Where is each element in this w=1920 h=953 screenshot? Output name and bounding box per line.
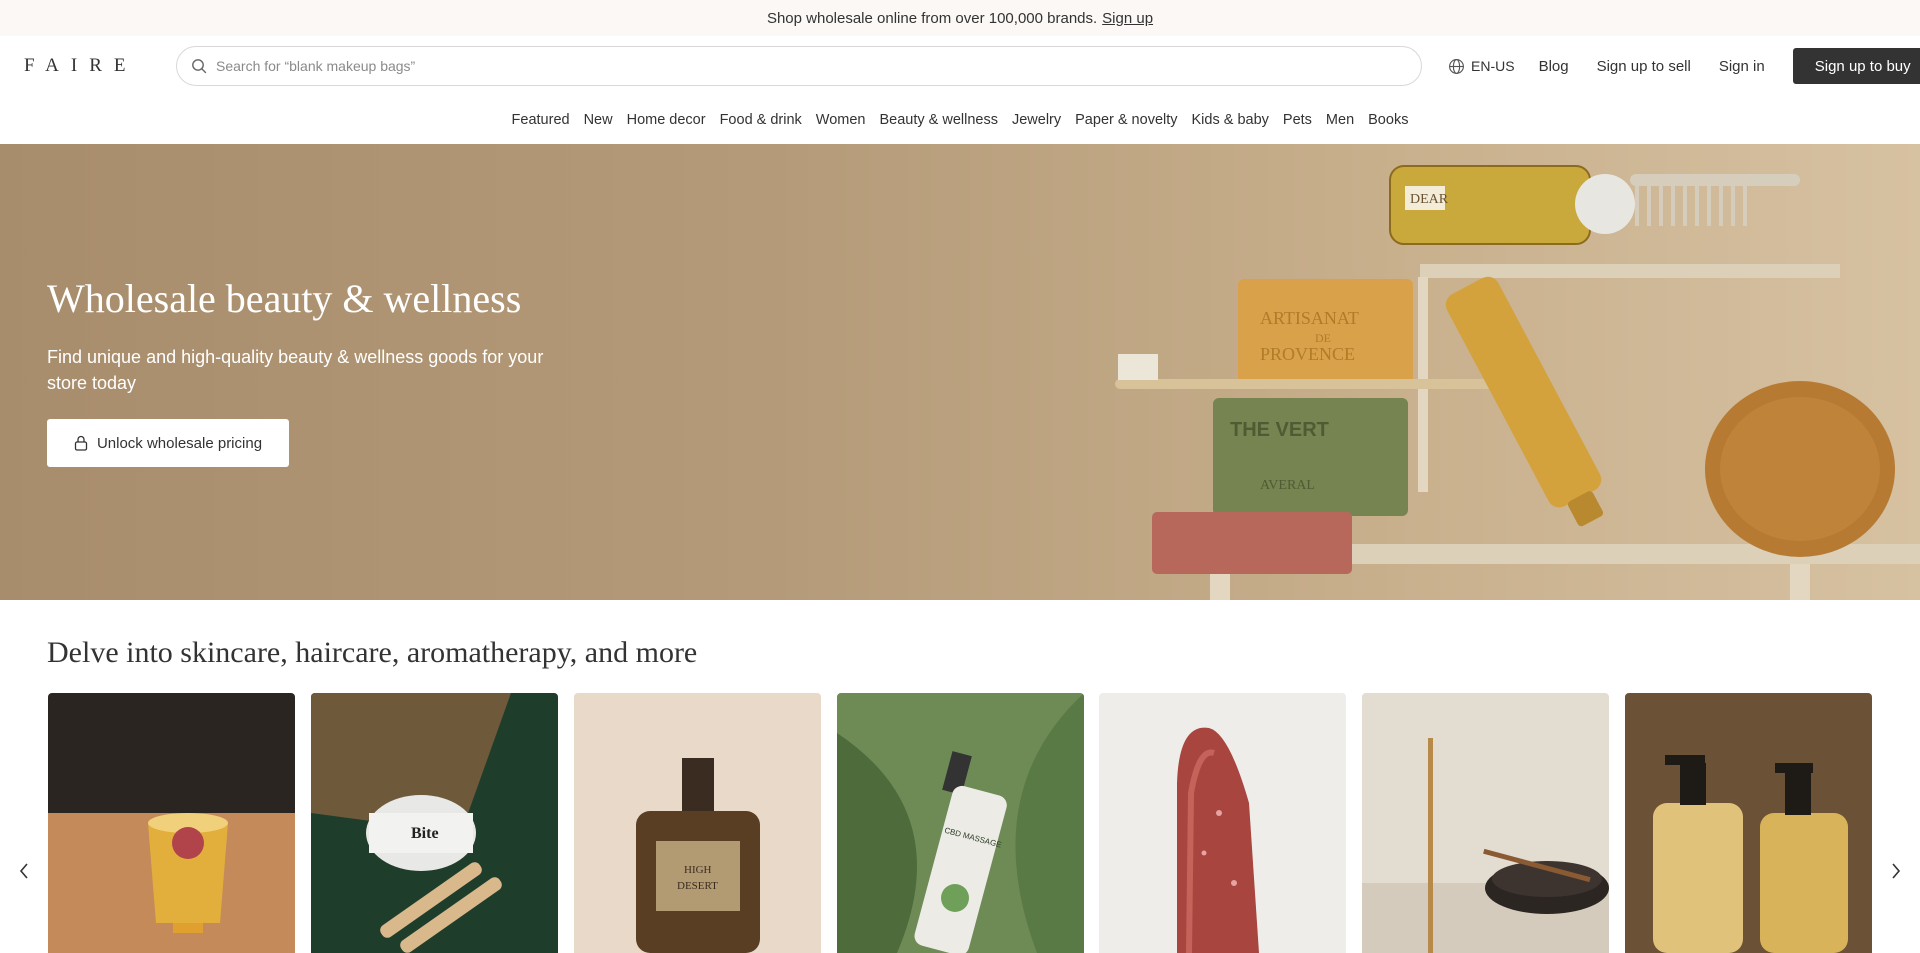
nav-item-home-decor[interactable]: Home decor — [627, 112, 706, 128]
bite-toothpaste-photo: Bite — [311, 693, 558, 953]
soap2-line1: THE VERT — [1230, 419, 1329, 441]
chevron-right-icon — [1892, 863, 1901, 879]
perfume-bottle-photo: HIGH DESERT — [574, 693, 821, 953]
card-perfume-line1: HIGH — [684, 864, 712, 876]
category-card[interactable]: CBD MASSAGE — [837, 693, 1084, 953]
category-card[interactable]: Bite — [311, 693, 558, 953]
carousel-next-button[interactable] — [1884, 859, 1908, 883]
soap1-line3: PROVENCE — [1260, 344, 1355, 364]
soap1-line1: ARTISANAT — [1260, 308, 1359, 328]
hero-title: Wholesale beauty & wellness — [47, 276, 522, 321]
nav-item-food-drink[interactable]: Food & drink — [720, 112, 802, 128]
nav-item-featured[interactable]: Featured — [512, 112, 570, 128]
faire-logo[interactable]: FAIRE — [24, 55, 152, 77]
nav-item-pets[interactable]: Pets — [1283, 112, 1312, 128]
sign-up-to-buy-button[interactable]: Sign up to buy — [1792, 48, 1920, 84]
nav-item-books[interactable]: Books — [1368, 112, 1408, 128]
nav-item-new[interactable]: New — [584, 112, 613, 128]
soap-dispenser-photo — [1625, 693, 1872, 953]
section-title: Delve into skincare, haircare, aromather… — [47, 636, 698, 669]
glass-drink-photo — [48, 693, 295, 953]
sign-in-link[interactable]: Sign in — [1719, 58, 1765, 75]
header-actions: EN-US Blog Sign up to sell Sign in Sign … — [1448, 48, 1920, 84]
lock-icon — [74, 435, 88, 451]
search-icon — [192, 59, 207, 74]
category-nav: Featured New Home decor Food & drink Wom… — [0, 96, 1920, 144]
hero-banner: DEAR ARTISANAT DE PROVENCE THE VERT AVER… — [0, 144, 1920, 600]
category-card[interactable] — [1362, 693, 1609, 953]
category-card[interactable]: HIGH DESERT — [574, 693, 821, 953]
massage-oil-photo: CBD MASSAGE — [837, 693, 1084, 953]
header: FAIRE EN-US Blog Sign up to sell Sign in… — [0, 36, 1920, 96]
promo-banner: Shop wholesale online from over 100,000 … — [0, 0, 1920, 36]
nav-item-kids-baby[interactable]: Kids & baby — [1192, 112, 1269, 128]
category-card[interactable] — [1099, 693, 1346, 953]
hero-product-image: DEAR ARTISANAT DE PROVENCE THE VERT AVER… — [1115, 165, 1920, 600]
language-label: EN-US — [1471, 58, 1515, 74]
soap2-line2: AVERAL — [1260, 478, 1315, 493]
chevron-left-icon — [19, 863, 28, 879]
search-input[interactable] — [216, 58, 1407, 74]
incense-photo — [1362, 693, 1609, 953]
category-card[interactable] — [1625, 693, 1872, 953]
promo-signup-link[interactable]: Sign up — [1102, 10, 1153, 27]
promo-text: Shop wholesale online from over 100,000 … — [766, 9, 1098, 27]
nav-item-women[interactable]: Women — [816, 112, 866, 128]
unlock-wholesale-pricing-button[interactable]: Unlock wholesale pricing — [47, 419, 289, 467]
category-card[interactable] — [48, 693, 295, 953]
unlock-button-label: Unlock wholesale pricing — [96, 434, 263, 452]
carousel-prev-button[interactable] — [12, 859, 36, 883]
nav-item-beauty-wellness[interactable]: Beauty & wellness — [880, 112, 998, 128]
lipstick-photo — [1099, 693, 1346, 953]
category-carousel: Bite HIGH DESERT CBD MASSAGE — [0, 693, 1920, 953]
logo-text: FAIRE — [24, 55, 138, 76]
sign-up-to-sell-link[interactable]: Sign up to sell — [1597, 58, 1691, 75]
card-bite-label: Bite — [411, 825, 439, 842]
hero-subtitle: Find unique and high-quality beauty & we… — [47, 347, 544, 393]
nav-item-paper-novelty[interactable]: Paper & novelty — [1075, 112, 1177, 128]
globe-icon — [1449, 58, 1464, 74]
card-perfume-line2: DESERT — [677, 880, 718, 892]
soap1-line2: DE — [1315, 331, 1331, 345]
search-bar[interactable] — [176, 46, 1422, 86]
nav-item-jewelry[interactable]: Jewelry — [1012, 112, 1061, 128]
nav-item-men[interactable]: Men — [1326, 112, 1354, 128]
language-selector[interactable]: EN-US — [1448, 58, 1515, 75]
bottle-label: DEAR — [1410, 192, 1449, 207]
blog-link[interactable]: Blog — [1539, 58, 1569, 75]
